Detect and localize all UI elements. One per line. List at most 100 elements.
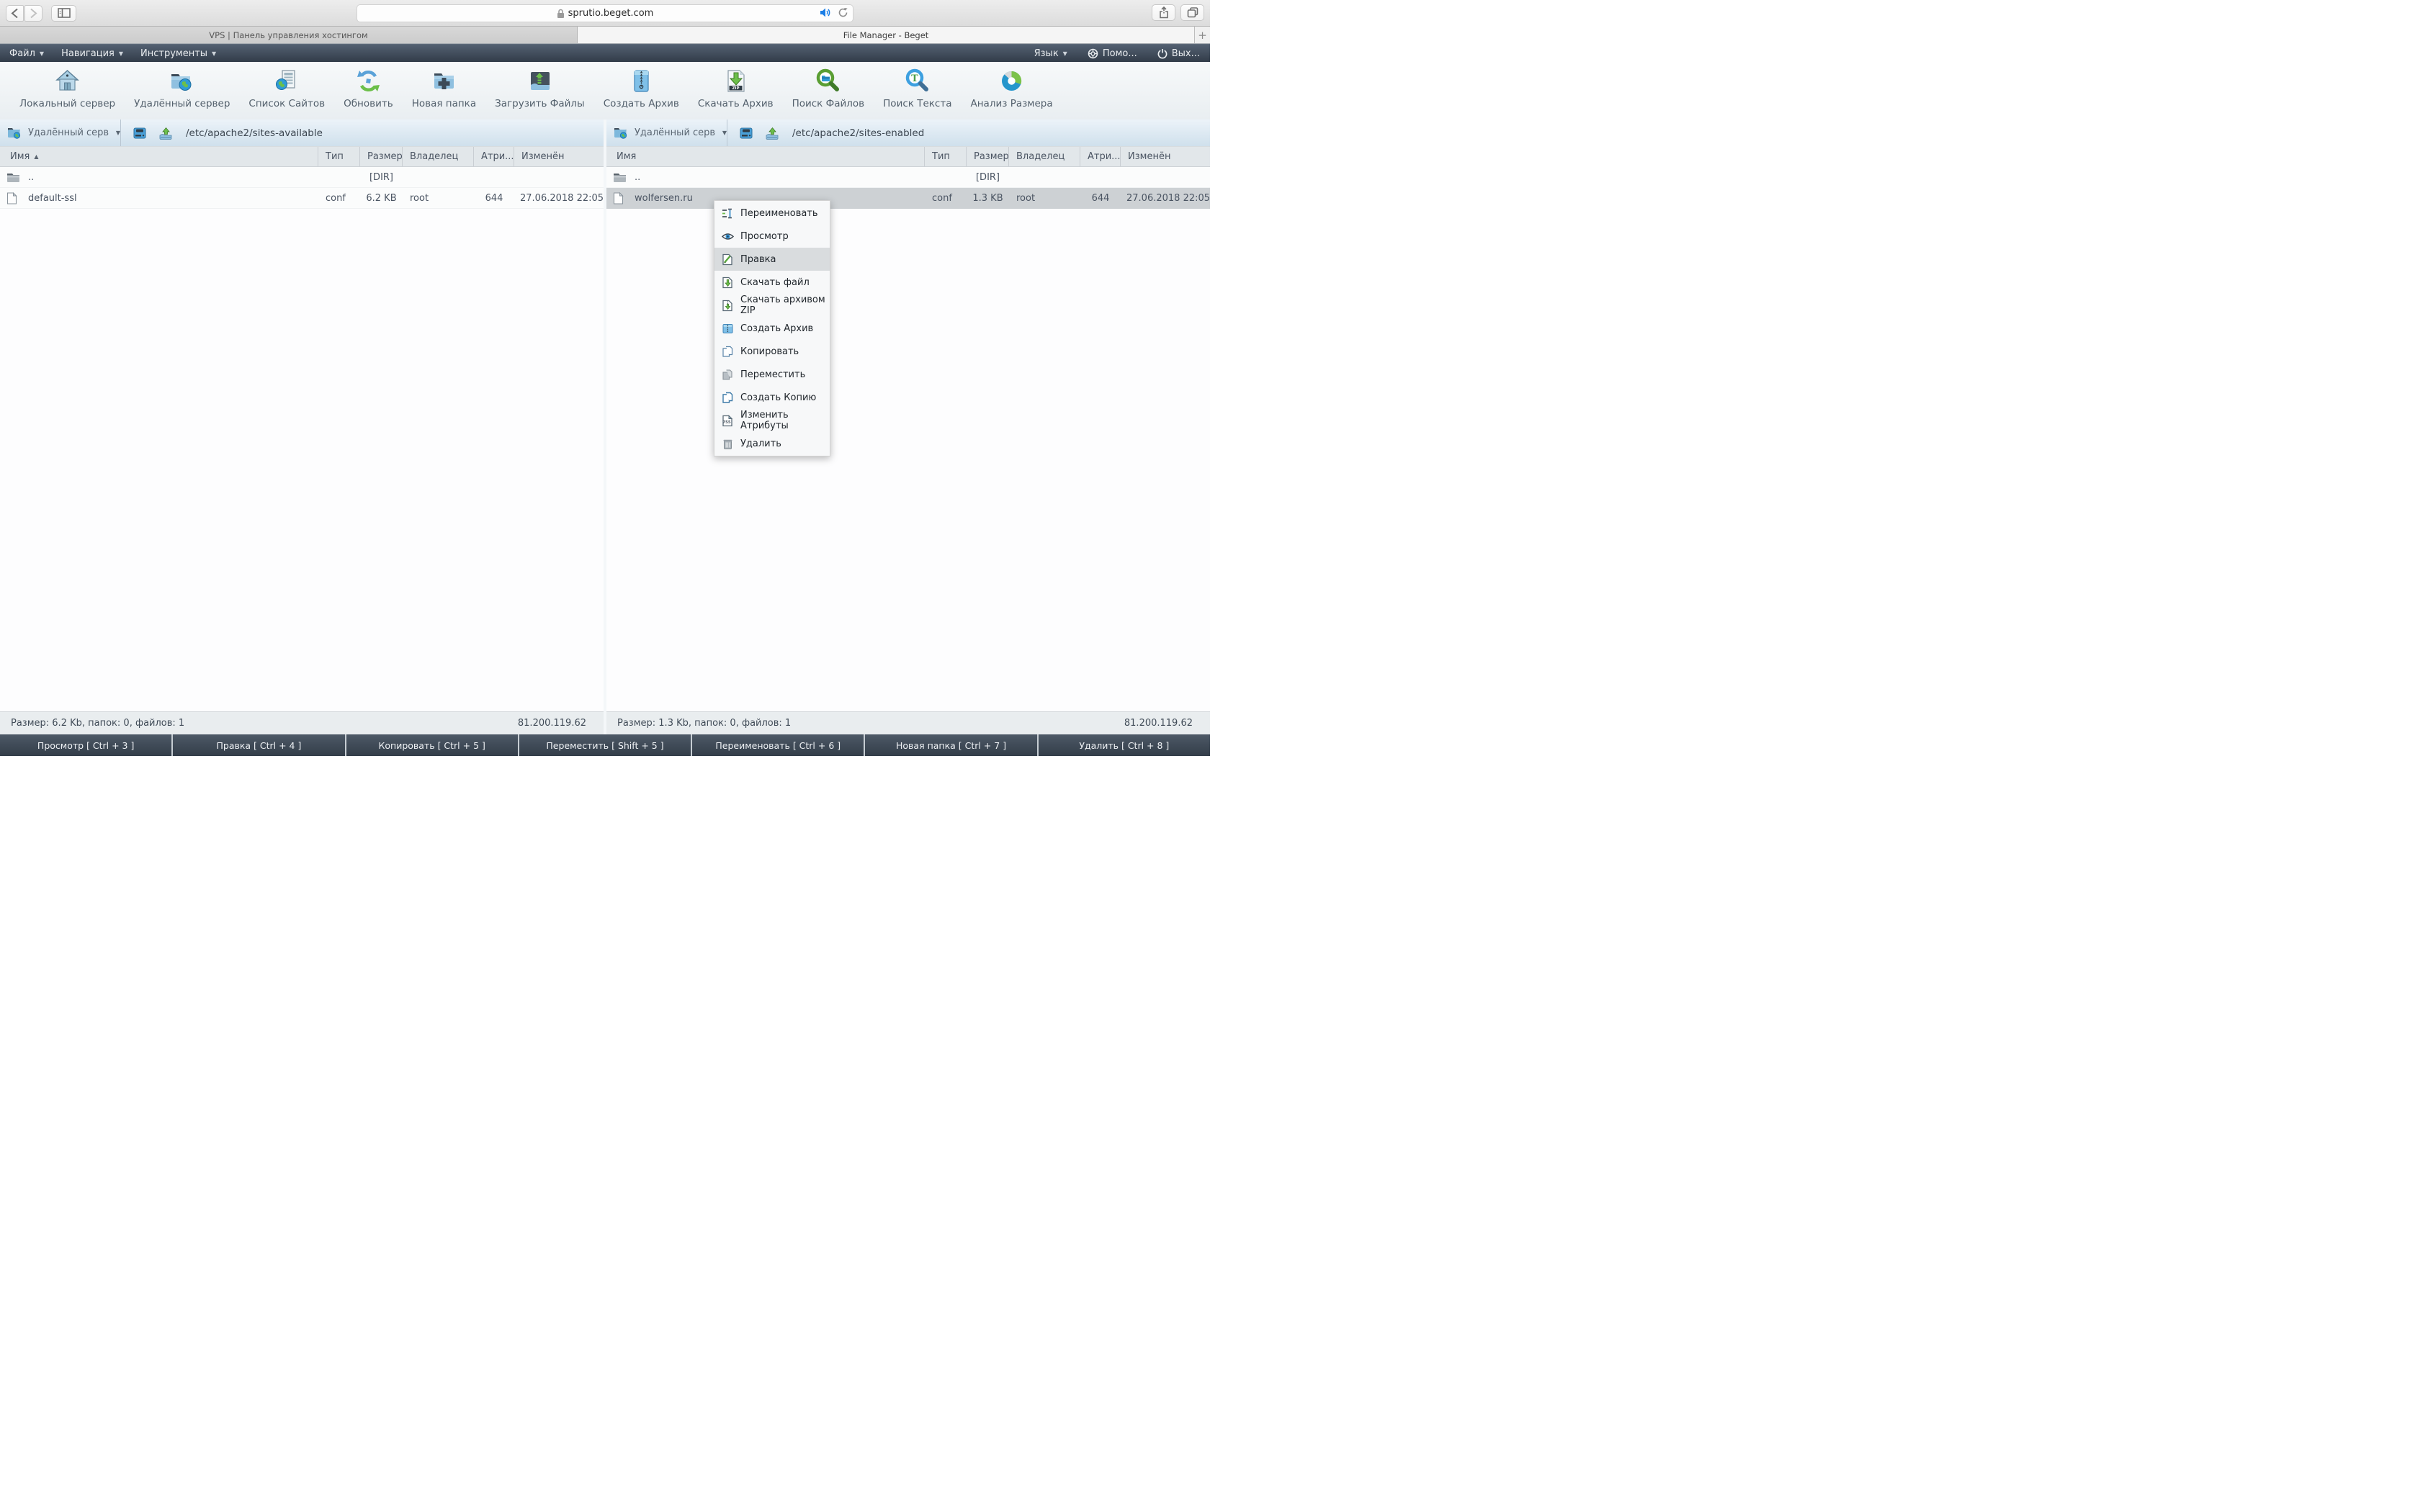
toolbar-local-server[interactable]: Локальный сервер <box>10 68 125 120</box>
tab-vps[interactable]: VPS | Панель управления хостингом <box>0 27 578 43</box>
archive-icon <box>722 323 734 335</box>
context-menu-item-attributes[interactable]: 755 Изменить Атрибуты <box>714 409 830 432</box>
left-panel: Удалённый серв... ▼ /etc/apache2/sites-a… <box>0 120 604 711</box>
lifebuoy-icon <box>1088 48 1098 59</box>
right-server-select[interactable]: Удалённый серв... ▼ <box>606 120 727 146</box>
left-up-dir-button[interactable] <box>158 126 173 140</box>
right-disk-button[interactable] <box>739 126 753 140</box>
browser-toolbar: sprutio.beget.com <box>0 0 1210 27</box>
context-menu-item-view[interactable]: Просмотр <box>714 225 830 248</box>
right-up-dir-button[interactable] <box>765 126 779 140</box>
context-menu-item-create-archive[interactable]: Создать Архив <box>714 317 830 340</box>
left-status-ip: 81.200.119.62 <box>518 718 586 729</box>
chevron-down-icon: ▼ <box>1063 50 1067 57</box>
menu-file[interactable]: Файл▼ <box>0 45 53 62</box>
table-row-up-dir[interactable]: .. [DIR] <box>606 167 1210 188</box>
context-menu-item-edit[interactable]: Правка <box>714 248 830 271</box>
app-window: sprutio.beget.com VPS | Панель управлени… <box>0 0 1210 756</box>
tab-title: File Manager - Beget <box>843 30 929 40</box>
context-menu-item-rename[interactable]: Переименовать <box>714 202 830 225</box>
column-header-attrs[interactable]: Атри... <box>474 147 514 166</box>
toolbar-create-archive[interactable]: Создать Архив <box>594 68 689 120</box>
toolbar-search-files[interactable]: Поиск Файлов <box>783 68 874 120</box>
toolbar-new-folder[interactable]: Новая папка <box>403 68 485 120</box>
context-menu-item-download-zip[interactable]: Скачать архивом ZIP <box>714 294 830 317</box>
reload-icon[interactable] <box>838 7 848 18</box>
power-icon <box>1157 48 1168 59</box>
column-header-attrs[interactable]: Атри... <box>1080 147 1121 166</box>
fn-new-folder-button[interactable]: Новая папка [ Ctrl + 7 ] <box>865 734 1036 756</box>
rename-icon <box>722 207 734 220</box>
toolbar-size-analysis[interactable]: Анализ Размера <box>961 68 1062 120</box>
remote-folder-icon <box>614 127 628 139</box>
delete-icon <box>722 438 734 450</box>
tab-file-manager[interactable]: File Manager - Beget <box>578 27 1194 43</box>
toolbar-remote-server[interactable]: Удалённый сервер <box>125 68 239 120</box>
fn-rename-button[interactable]: Переименовать [ Ctrl + 6 ] <box>692 734 864 756</box>
function-bar: Просмотр [ Ctrl + 3 ] Правка [ Ctrl + 4 … <box>0 734 1210 756</box>
sort-asc-icon: ▲ <box>34 153 38 160</box>
column-header-type[interactable]: Тип <box>318 147 360 166</box>
right-path[interactable]: /etc/apache2/sites-enabled <box>792 127 924 139</box>
table-row-up-dir[interactable]: .. [DIR] <box>0 167 604 188</box>
context-menu-item-duplicate[interactable]: Создать Копию <box>714 386 830 409</box>
search-files-icon <box>815 68 841 94</box>
audio-mute-icon[interactable] <box>820 7 832 18</box>
column-header-type[interactable]: Тип <box>925 147 967 166</box>
edit-icon <box>722 253 734 266</box>
column-header-name[interactable]: Имя <box>606 147 925 166</box>
toolbar-refresh[interactable]: Обновить <box>334 68 403 120</box>
fn-edit-button[interactable]: Правка [ Ctrl + 4 ] <box>173 734 344 756</box>
toolbar-search-text[interactable]: T Поиск Текста <box>874 68 961 120</box>
toolbar-download-archive[interactable]: ZIP Скачать Архив <box>689 68 783 120</box>
right-status-ip: 81.200.119.62 <box>1124 718 1193 729</box>
share-button[interactable] <box>1152 4 1175 21</box>
column-header-size[interactable]: Размер <box>360 147 403 166</box>
column-header-owner[interactable]: Владелец <box>1009 147 1080 166</box>
column-header-owner[interactable]: Владелец <box>403 147 474 166</box>
tab-overview-button[interactable] <box>1180 4 1204 21</box>
left-path[interactable]: /etc/apache2/sites-available <box>186 127 323 139</box>
left-server-select[interactable]: Удалённый серв... ▼ <box>0 120 121 146</box>
view-icon <box>722 230 734 243</box>
left-panel-toolbar: Удалённый серв... ▼ /etc/apache2/sites-a… <box>0 120 604 146</box>
download-archive-icon: ZIP <box>722 68 749 94</box>
menu-language[interactable]: Язык▼ <box>1024 45 1077 62</box>
fn-move-button[interactable]: Переместить [ Shift + 5 ] <box>519 734 691 756</box>
context-menu-item-delete[interactable]: Удалить <box>714 432 830 455</box>
context-menu-item-copy[interactable]: Копировать <box>714 340 830 363</box>
menu-help[interactable]: Помо... <box>1077 45 1147 62</box>
new-tab-button[interactable]: + <box>1194 27 1210 43</box>
column-header-name[interactable]: Имя▲ <box>0 147 318 166</box>
table-row-default-ssl[interactable]: default-ssl conf 6.2 KB root 644 27.06.2… <box>0 188 604 209</box>
new-folder-icon <box>431 68 457 94</box>
toolbar-upload-files[interactable]: Загрузить Файлы <box>485 68 594 120</box>
tab-title: VPS | Панель управления хостингом <box>209 30 367 40</box>
column-header-modified[interactable]: Изменён <box>1121 147 1210 166</box>
back-button[interactable] <box>6 5 24 22</box>
download-zip-icon <box>722 300 734 312</box>
menu-navigation[interactable]: Навигация▼ <box>53 45 132 62</box>
menu-exit[interactable]: Вых... <box>1147 45 1210 62</box>
fn-copy-button[interactable]: Копировать [ Ctrl + 5 ] <box>346 734 518 756</box>
right-panel: Удалённый серв... ▼ /etc/apache2/sites-e… <box>606 120 1210 711</box>
context-menu-item-download-file[interactable]: Скачать файл <box>714 271 830 294</box>
remote-server-icon <box>169 68 195 94</box>
move-icon <box>722 369 734 381</box>
table-row-wolfersen-selected[interactable]: wolfersen.ru conf 1.3 KB root 644 27.06.… <box>606 188 1210 209</box>
sidebar-toggle-button[interactable] <box>51 5 76 22</box>
forward-button[interactable] <box>24 5 42 22</box>
column-header-modified[interactable]: Изменён <box>514 147 604 166</box>
address-bar[interactable]: sprutio.beget.com <box>357 4 853 22</box>
search-text-icon: T <box>904 68 931 94</box>
app-menu-bar: Файл▼ Навигация▼ Инструменты▼ Язык▼ Помо… <box>0 44 1210 62</box>
menu-tools[interactable]: Инструменты▼ <box>132 45 225 62</box>
fn-view-button[interactable]: Просмотр [ Ctrl + 3 ] <box>0 734 171 756</box>
toolbar-sites-list[interactable]: Список Сайтов <box>239 68 334 120</box>
context-menu-item-move[interactable]: Переместить <box>714 363 830 386</box>
right-status: Размер: 1.3 Kb, папок: 0, файлов: 1 81.2… <box>606 711 1210 734</box>
duplicate-icon <box>722 392 734 404</box>
column-header-size[interactable]: Размер <box>967 147 1009 166</box>
left-disk-button[interactable] <box>133 126 147 140</box>
fn-delete-button[interactable]: Удалить [ Ctrl + 8 ] <box>1039 734 1210 756</box>
